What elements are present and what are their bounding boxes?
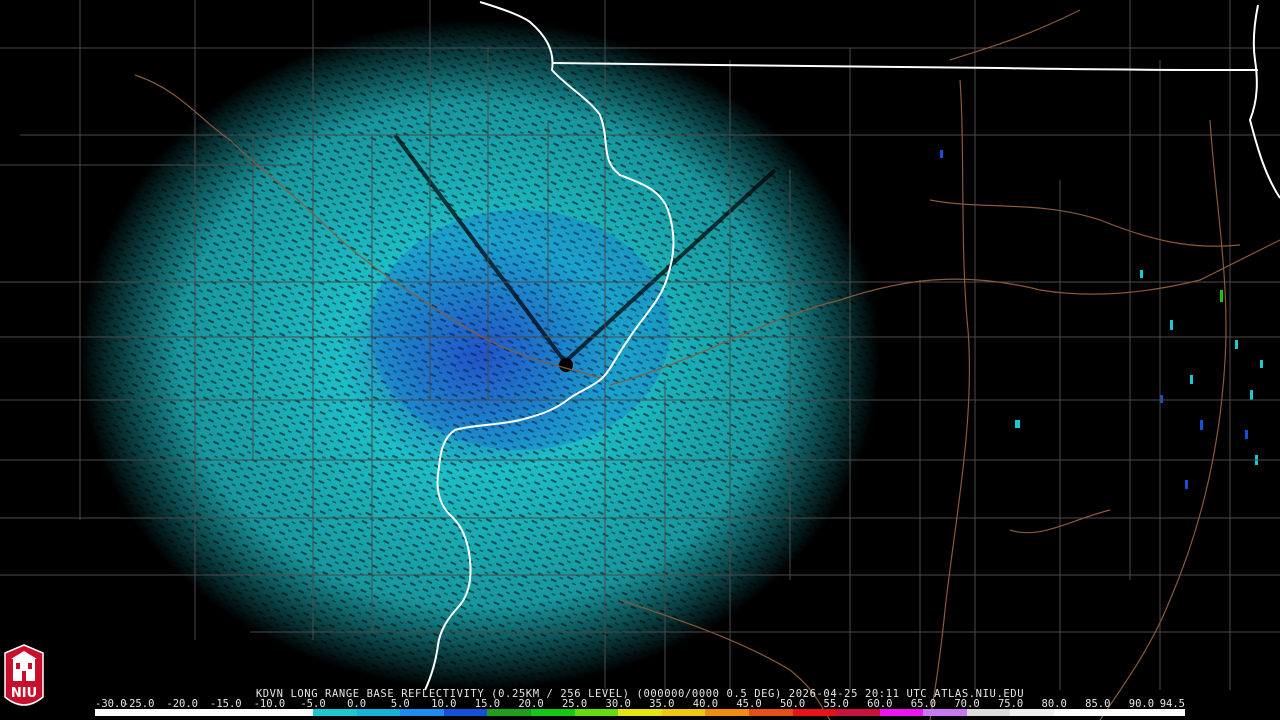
colorbar-segment bbox=[618, 709, 662, 716]
colorbar-segment bbox=[312, 709, 357, 716]
colorbar-segment bbox=[400, 709, 444, 716]
colorbar-segment bbox=[966, 709, 1011, 716]
colorbar-segment bbox=[269, 709, 313, 716]
colorbar-segment bbox=[836, 709, 880, 716]
colorbar-segment bbox=[661, 709, 706, 716]
reflectivity-colorbar bbox=[95, 709, 1185, 716]
colorbar-segment bbox=[443, 709, 488, 716]
colorbar-segment bbox=[705, 709, 749, 716]
radar-map: NIU bbox=[0, 0, 1280, 720]
colorbar-segment bbox=[879, 709, 924, 716]
colorbar-segment bbox=[95, 709, 139, 716]
colorbar-segment bbox=[923, 709, 967, 716]
colorbar-segment bbox=[1054, 709, 1098, 716]
colorbar-segment bbox=[1097, 709, 1142, 716]
reflectivity-echo bbox=[80, 20, 880, 690]
colorbar-segment bbox=[1010, 709, 1055, 716]
colorbar-segment bbox=[138, 709, 183, 716]
colorbar-segment bbox=[487, 709, 531, 716]
colorbar-segment bbox=[748, 709, 793, 716]
colorbar-segment bbox=[1141, 709, 1185, 716]
colorbar-segment bbox=[792, 709, 837, 716]
colorbar-segment bbox=[356, 709, 401, 716]
colorbar-segment bbox=[182, 709, 226, 716]
colorbar-segment bbox=[574, 709, 619, 716]
colorbar-segment bbox=[225, 709, 270, 716]
colorbar-segment bbox=[530, 709, 575, 716]
scattered-echoes bbox=[940, 150, 1263, 489]
